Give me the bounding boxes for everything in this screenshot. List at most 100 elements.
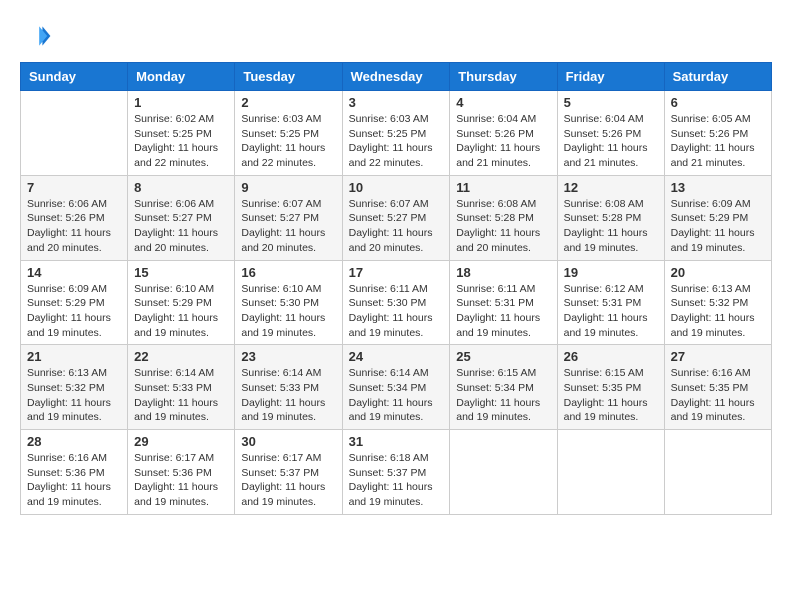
calendar-cell: 13 Sunrise: 6:09 AMSunset: 5:29 PMDayligh… [664, 175, 771, 260]
weekday-header-monday: Monday [128, 63, 235, 91]
day-info: Sunrise: 6:04 AMSunset: 5:26 PMDaylight:… [564, 112, 658, 171]
calendar-cell: 2Sunrise: 6:03 AMSunset: 5:25 PMDaylight… [235, 91, 342, 176]
day-number: 23 [241, 349, 335, 364]
day-number: 29 [134, 434, 228, 449]
day-number: 11 [456, 180, 550, 195]
day-number: 18 [456, 265, 550, 280]
day-info: Sunrise: 6:12 AMSunset: 5:31 PMDaylight:… [564, 282, 658, 341]
calendar-cell: 1Sunrise: 6:02 AMSunset: 5:25 PMDaylight… [128, 91, 235, 176]
day-info: Sunrise: 6:08 AMSunset: 5:28 PMDaylight:… [456, 197, 550, 256]
day-number: 20 [671, 265, 765, 280]
day-info: Sunrise: 6:06 AMSunset: 5:26 PMDaylight:… [27, 197, 121, 256]
calendar-cell: 16 Sunrise: 6:10 AMSunset: 5:30 PMDayligh… [235, 260, 342, 345]
day-info: Sunrise: 6:03 AMSunset: 5:25 PMDaylight:… [349, 112, 444, 171]
weekday-header-thursday: Thursday [450, 63, 557, 91]
calendar-cell [21, 91, 128, 176]
calendar-cell: 10 Sunrise: 6:07 AMSunset: 5:27 PMDayligh… [342, 175, 450, 260]
calendar-cell: 17 Sunrise: 6:11 AMSunset: 5:30 PMDayligh… [342, 260, 450, 345]
day-info: Sunrise: 6:07 AMSunset: 5:27 PMDaylight:… [241, 197, 335, 256]
day-number: 9 [241, 180, 335, 195]
day-info: Sunrise: 6:13 AMSunset: 5:32 PMDaylight:… [27, 366, 121, 425]
calendar-cell: 3Sunrise: 6:03 AMSunset: 5:25 PMDaylight… [342, 91, 450, 176]
day-info: Sunrise: 6:06 AMSunset: 5:27 PMDaylight:… [134, 197, 228, 256]
weekday-header-tuesday: Tuesday [235, 63, 342, 91]
calendar-cell: 22 Sunrise: 6:14 AMSunset: 5:33 PMDayligh… [128, 345, 235, 430]
logo [20, 20, 56, 52]
day-info: Sunrise: 6:17 AMSunset: 5:36 PMDaylight:… [134, 451, 228, 510]
day-number: 31 [349, 434, 444, 449]
calendar-cell: 27Sunrise: 6:16 AMSunset: 5:35 PMDayligh… [664, 345, 771, 430]
day-info: Sunrise: 6:10 AMSunset: 5:30 PMDaylight:… [241, 282, 335, 341]
calendar-cell [450, 430, 557, 515]
weekday-header-friday: Friday [557, 63, 664, 91]
day-number: 30 [241, 434, 335, 449]
calendar-week-row: 21Sunrise: 6:13 AMSunset: 5:32 PMDayligh… [21, 345, 772, 430]
weekday-header-wednesday: Wednesday [342, 63, 450, 91]
day-info: Sunrise: 6:17 AMSunset: 5:37 PMDaylight:… [241, 451, 335, 510]
day-info: Sunrise: 6:03 AMSunset: 5:25 PMDaylight:… [241, 112, 335, 171]
day-info: Sunrise: 6:05 AMSunset: 5:26 PMDaylight:… [671, 112, 765, 171]
day-number: 26 [564, 349, 658, 364]
calendar-cell: 5 Sunrise: 6:04 AMSunset: 5:26 PMDaylight… [557, 91, 664, 176]
day-info: Sunrise: 6:08 AMSunset: 5:28 PMDaylight:… [564, 197, 658, 256]
logo-icon [20, 20, 52, 52]
calendar-cell: 19 Sunrise: 6:12 AMSunset: 5:31 PMDayligh… [557, 260, 664, 345]
day-number: 25 [456, 349, 550, 364]
calendar-week-row: 28 Sunrise: 6:16 AMSunset: 5:36 PMDayligh… [21, 430, 772, 515]
day-number: 17 [349, 265, 444, 280]
day-number: 19 [564, 265, 658, 280]
calendar-cell: 28 Sunrise: 6:16 AMSunset: 5:36 PMDayligh… [21, 430, 128, 515]
calendar-cell: 29 Sunrise: 6:17 AMSunset: 5:36 PMDayligh… [128, 430, 235, 515]
day-info: Sunrise: 6:11 AMSunset: 5:31 PMDaylight:… [456, 282, 550, 341]
day-info: Sunrise: 6:15 AMSunset: 5:35 PMDaylight:… [564, 366, 658, 425]
calendar-cell: 12 Sunrise: 6:08 AMSunset: 5:28 PMDayligh… [557, 175, 664, 260]
calendar-week-row: 1Sunrise: 6:02 AMSunset: 5:25 PMDaylight… [21, 91, 772, 176]
calendar-cell: 20 Sunrise: 6:13 AMSunset: 5:32 PMDayligh… [664, 260, 771, 345]
calendar-cell: 24 Sunrise: 6:14 AMSunset: 5:34 PMDayligh… [342, 345, 450, 430]
day-info: Sunrise: 6:16 AMSunset: 5:36 PMDaylight:… [27, 451, 121, 510]
calendar-week-row: 7Sunrise: 6:06 AMSunset: 5:26 PMDaylight… [21, 175, 772, 260]
calendar-cell: 4 Sunrise: 6:04 AMSunset: 5:26 PMDaylight… [450, 91, 557, 176]
calendar-cell: 9 Sunrise: 6:07 AMSunset: 5:27 PMDaylight… [235, 175, 342, 260]
day-number: 27 [671, 349, 765, 364]
day-number: 13 [671, 180, 765, 195]
day-number: 14 [27, 265, 121, 280]
day-number: 12 [564, 180, 658, 195]
day-number: 22 [134, 349, 228, 364]
day-info: Sunrise: 6:09 AMSunset: 5:29 PMDaylight:… [27, 282, 121, 341]
day-info: Sunrise: 6:14 AMSunset: 5:34 PMDaylight:… [349, 366, 444, 425]
page-header [20, 20, 772, 52]
calendar-cell: 11 Sunrise: 6:08 AMSunset: 5:28 PMDayligh… [450, 175, 557, 260]
calendar-cell: 21Sunrise: 6:13 AMSunset: 5:32 PMDayligh… [21, 345, 128, 430]
calendar-table: SundayMondayTuesdayWednesdayThursdayFrid… [20, 62, 772, 515]
calendar-cell: 8 Sunrise: 6:06 AMSunset: 5:27 PMDaylight… [128, 175, 235, 260]
weekday-header-sunday: Sunday [21, 63, 128, 91]
day-info: Sunrise: 6:14 AMSunset: 5:33 PMDaylight:… [241, 366, 335, 425]
day-number: 10 [349, 180, 444, 195]
day-info: Sunrise: 6:10 AMSunset: 5:29 PMDaylight:… [134, 282, 228, 341]
day-number: 4 [456, 95, 550, 110]
day-number: 15 [134, 265, 228, 280]
day-info: Sunrise: 6:04 AMSunset: 5:26 PMDaylight:… [456, 112, 550, 171]
day-number: 28 [27, 434, 121, 449]
day-number: 8 [134, 180, 228, 195]
day-info: Sunrise: 6:09 AMSunset: 5:29 PMDaylight:… [671, 197, 765, 256]
day-number: 24 [349, 349, 444, 364]
calendar-cell: 31Sunrise: 6:18 AMSunset: 5:37 PMDayligh… [342, 430, 450, 515]
calendar-cell: 18 Sunrise: 6:11 AMSunset: 5:31 PMDayligh… [450, 260, 557, 345]
calendar-cell: 7Sunrise: 6:06 AMSunset: 5:26 PMDaylight… [21, 175, 128, 260]
weekday-header-saturday: Saturday [664, 63, 771, 91]
calendar-cell: 23 Sunrise: 6:14 AMSunset: 5:33 PMDayligh… [235, 345, 342, 430]
day-info: Sunrise: 6:14 AMSunset: 5:33 PMDaylight:… [134, 366, 228, 425]
calendar-cell: 14 Sunrise: 6:09 AMSunset: 5:29 PMDayligh… [21, 260, 128, 345]
day-number: 16 [241, 265, 335, 280]
day-info: Sunrise: 6:07 AMSunset: 5:27 PMDaylight:… [349, 197, 444, 256]
day-info: Sunrise: 6:11 AMSunset: 5:30 PMDaylight:… [349, 282, 444, 341]
calendar-cell: 26 Sunrise: 6:15 AMSunset: 5:35 PMDayligh… [557, 345, 664, 430]
calendar-week-row: 14 Sunrise: 6:09 AMSunset: 5:29 PMDayligh… [21, 260, 772, 345]
calendar-cell: 15 Sunrise: 6:10 AMSunset: 5:29 PMDayligh… [128, 260, 235, 345]
day-info: Sunrise: 6:02 AMSunset: 5:25 PMDaylight:… [134, 112, 228, 171]
calendar-cell [664, 430, 771, 515]
day-number: 5 [564, 95, 658, 110]
day-info: Sunrise: 6:13 AMSunset: 5:32 PMDaylight:… [671, 282, 765, 341]
